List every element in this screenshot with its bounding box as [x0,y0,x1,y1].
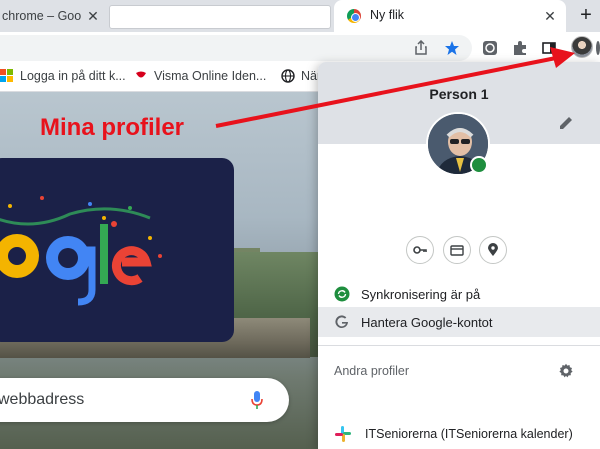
tab-title: chrome – Goo [2,9,82,23]
tab-strip: chrome – Goo ✕ Ny flik ✕ + [0,0,600,32]
sync-icon [334,286,350,302]
other-profiles-heading: Andra profiler [334,364,410,378]
manage-account-row[interactable]: Hantera Google-kontot [318,307,600,337]
close-icon[interactable]: ✕ [542,8,558,24]
bookmark-item[interactable]: När [281,69,321,83]
overflow-menu-icon[interactable] [596,41,600,55]
other-profile-item[interactable]: ITSeniorerna (ITSeniorerna kalender) [318,422,600,446]
bookmark-item[interactable]: Logga in på ditt k... [0,69,126,83]
google-doodle[interactable] [0,158,234,342]
globe-icon [281,69,295,83]
microsoft-logo-icon [0,69,13,82]
extension-icon[interactable] [481,39,499,57]
sync-status-row[interactable]: Synkronisering är på [318,279,600,309]
bookmark-label: Visma Online Iden... [154,69,267,83]
location-pin-icon [488,243,498,256]
profile-avatar-button[interactable] [571,36,593,58]
payment-methods-button[interactable] [443,236,471,264]
new-tab-button[interactable]: + [576,5,596,26]
edit-pencil-icon[interactable] [557,114,575,132]
other-profile-label: ITSeniorerna (ITSeniorerna kalender) [365,427,573,441]
key-icon [413,246,427,254]
sync-label: Synkronisering är på [361,286,481,302]
chrome-logo-icon [347,9,361,23]
payment-card-icon [450,245,464,256]
share-icon[interactable] [412,39,430,57]
passwords-button[interactable] [406,236,434,264]
profile-name: Person 1 [429,86,489,102]
search-box[interactable]: webbadress [0,378,289,422]
close-icon[interactable]: ✕ [85,8,101,24]
gear-icon[interactable] [558,363,574,379]
bookmark-label: Logga in på ditt k... [20,69,126,83]
bookmark-star-icon[interactable] [443,39,461,57]
bookmark-item[interactable]: Visma Online Iden... [134,69,266,83]
slack-logo-icon [335,426,351,442]
tab-chrome-google[interactable]: chrome – Goo ✕ [0,0,108,32]
divider [318,345,600,346]
profile-menu: Person 1 Synkronisering är på Hantera Go… [318,62,600,449]
visma-logo-icon [136,71,146,78]
sync-badge-icon [470,156,488,174]
annotation-label: Mina profiler [40,114,185,141]
address-bar[interactable] [0,35,472,61]
puzzle-extensions-icon[interactable] [511,39,529,57]
search-placeholder: webbadress [0,391,85,408]
toolbar [0,32,600,64]
manage-account-label: Hantera Google-kontot [361,314,493,330]
tab-title: Ny flik [370,8,405,22]
tab-blank[interactable] [109,5,331,29]
side-panel-icon[interactable] [540,39,558,57]
microphone-icon[interactable] [250,390,264,410]
google-g-icon [335,315,348,329]
tab-new-tab[interactable]: Ny flik ✕ [334,0,566,32]
addresses-button[interactable] [479,236,507,264]
